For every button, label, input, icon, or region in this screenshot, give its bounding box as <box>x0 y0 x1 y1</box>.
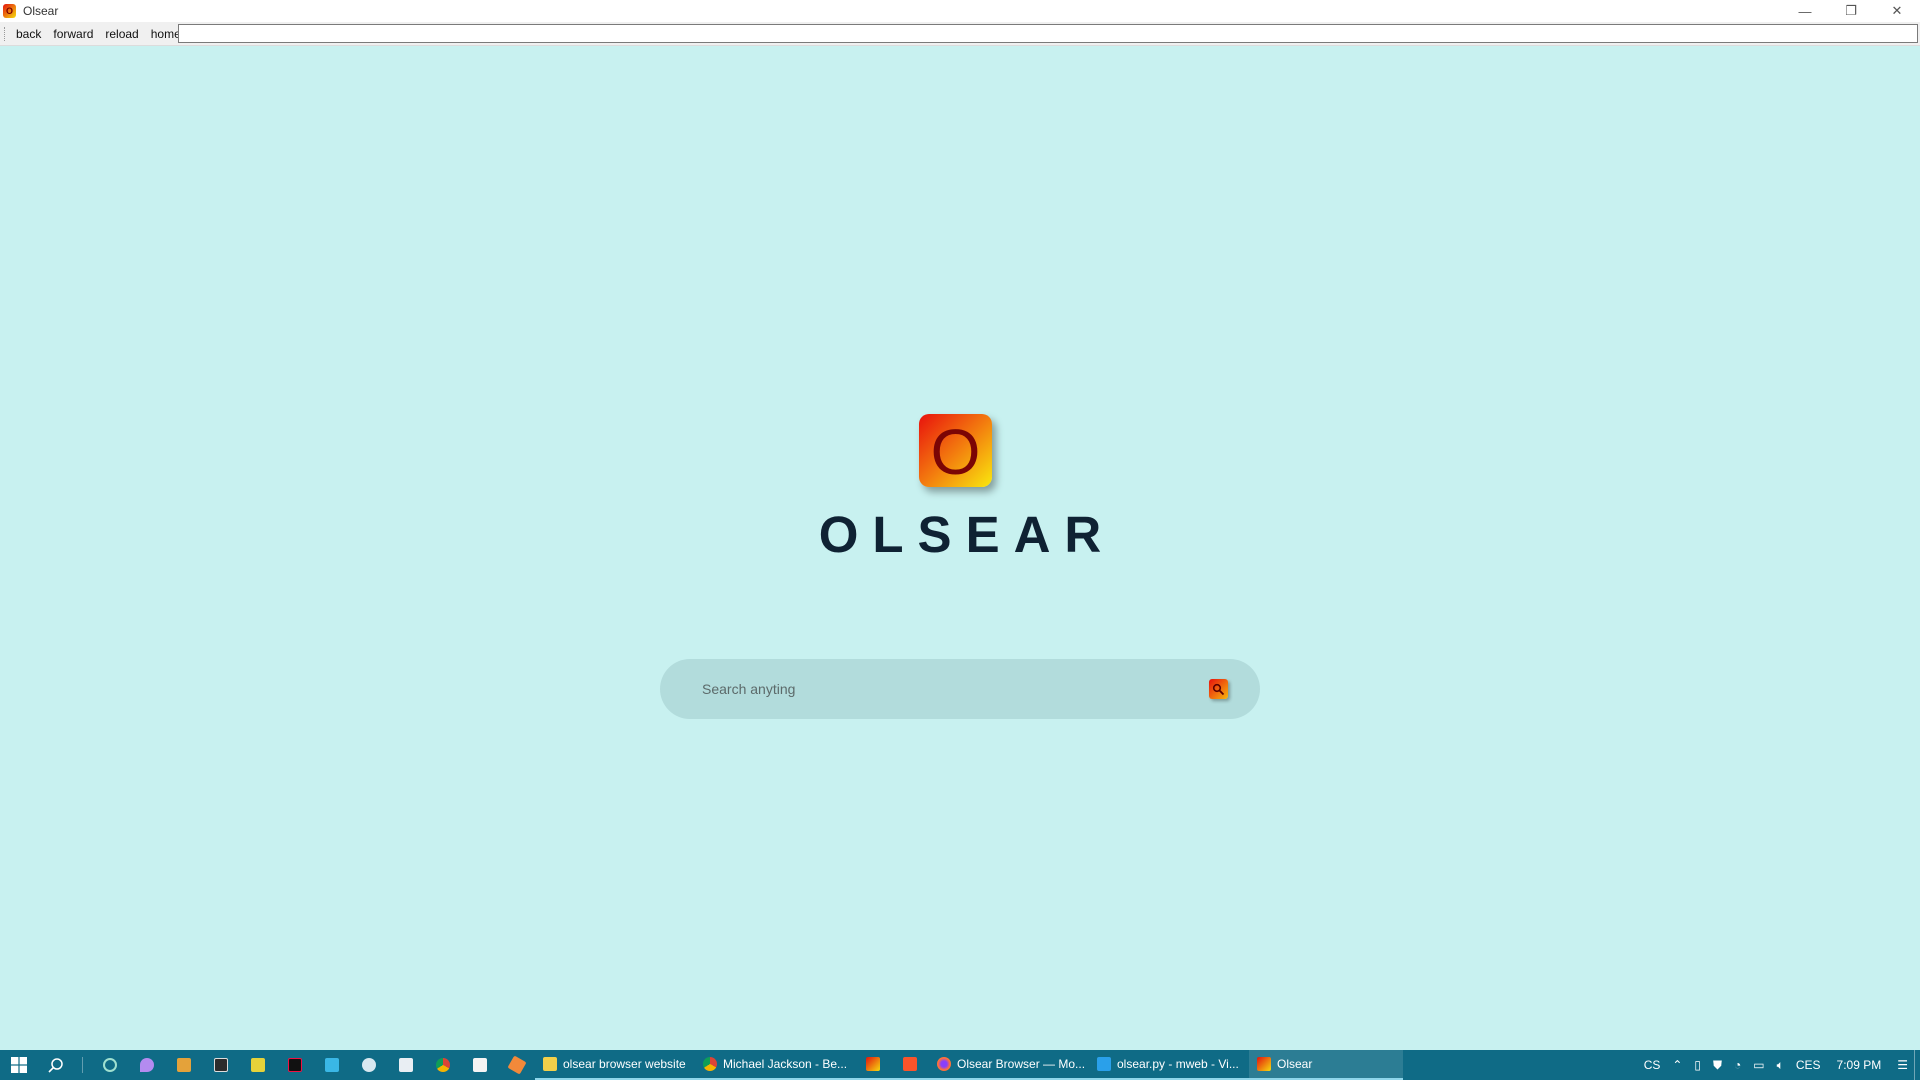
close-button[interactable]: ✕ <box>1874 0 1920 22</box>
task-label: Michael Jackson - Be... <box>723 1057 848 1071</box>
search-input[interactable] <box>700 674 1180 704</box>
pinned-app-11[interactable] <box>461 1050 498 1080</box>
network-icon[interactable]: ▭ <box>1747 1058 1770 1072</box>
task-label: olsear.py - mweb - Vi... <box>1117 1057 1239 1071</box>
task-item-olsear-website[interactable]: olsear browser website <box>535 1050 695 1080</box>
window-controls: — ❐ ✕ <box>1782 0 1920 22</box>
pinned-app-3[interactable] <box>165 1050 202 1080</box>
title-bar: O Olsear — ❐ ✕ <box>0 0 1920 22</box>
app-icon <box>250 1058 265 1072</box>
pinned-app-12[interactable] <box>498 1050 535 1080</box>
app-icon <box>102 1058 117 1072</box>
task-item-michael-jackson[interactable]: Michael Jackson - Be... <box>695 1050 855 1080</box>
olsear-icon <box>866 1057 880 1071</box>
wifi-icon[interactable]: ◔ <box>1728 1058 1747 1072</box>
clock[interactable]: 7:09 PM <box>1827 1058 1892 1072</box>
chrome-pinned[interactable] <box>424 1050 461 1080</box>
volume-icon[interactable]: 🔈︎ <box>1771 1058 1790 1073</box>
task-label: Olsear <box>1277 1057 1313 1071</box>
minimize-button[interactable]: — <box>1782 0 1828 22</box>
olsear-icon <box>1257 1057 1271 1071</box>
pinned-app-6[interactable] <box>276 1050 313 1080</box>
defender-icon[interactable]: ⛊ <box>1707 1058 1728 1073</box>
chrome-icon <box>435 1058 450 1072</box>
brave-icon <box>903 1057 917 1071</box>
language-short[interactable]: CS <box>1638 1058 1667 1072</box>
search-button[interactable] <box>1209 679 1228 699</box>
system-tray: CS ⌃ ▯ ⛊ ◔ ▭ 🔈︎ CES 7:09 PM ☰ <box>1638 1050 1920 1080</box>
task-item-brave[interactable] <box>892 1050 929 1080</box>
task-label: Olsear Browser — Mo... <box>957 1057 1086 1071</box>
pinned-app-8[interactable] <box>350 1050 387 1080</box>
toolbar-grip[interactable] <box>4 26 6 41</box>
search-box <box>660 659 1260 719</box>
task-item-olsear-active[interactable]: Olsear <box>1249 1050 1403 1080</box>
pinned-app-7[interactable] <box>313 1050 350 1080</box>
app-icon <box>176 1058 191 1072</box>
pinned-app-2[interactable] <box>128 1050 165 1080</box>
app-icon-letter: O <box>5 5 13 16</box>
olsear-logo: O <box>919 414 992 487</box>
usb-icon[interactable]: ▯ <box>1688 1058 1707 1072</box>
pinned-app-1[interactable] <box>91 1050 128 1080</box>
task-label: olsear browser website <box>563 1057 686 1071</box>
task-item-firefox[interactable]: Olsear Browser — Mo... <box>929 1050 1089 1080</box>
search-icon <box>1212 683 1225 695</box>
vscode-icon <box>1097 1057 1111 1071</box>
pinned-app-5[interactable] <box>239 1050 276 1080</box>
language-indicator[interactable]: CES <box>1790 1058 1827 1072</box>
chrome-icon <box>703 1057 717 1071</box>
notification-icon[interactable]: ☰ <box>1891 1058 1914 1072</box>
olsear-app-icon: O <box>3 4 16 18</box>
search-taskbar-button[interactable] <box>37 1050 74 1080</box>
pinned-app-4[interactable] <box>202 1050 239 1080</box>
pinned-app-9[interactable] <box>387 1050 424 1080</box>
search-icon <box>47 1058 63 1073</box>
brand-title: OLSEAR <box>818 506 1116 563</box>
show-desktop-button[interactable] <box>1914 1050 1920 1080</box>
window-title: Olsear <box>23 4 59 18</box>
app-icon <box>398 1058 413 1072</box>
app-icon <box>472 1058 487 1072</box>
task-item-vscode[interactable]: olsear.py - mweb - Vi... <box>1089 1050 1249 1080</box>
browser-toolbar: back forward reload home <box>0 22 1920 46</box>
app-icon <box>287 1058 302 1072</box>
taskbar: olsear browser website Michael Jackson -… <box>0 1050 1920 1080</box>
restore-button[interactable]: ❐ <box>1828 0 1874 22</box>
forward-button[interactable]: forward <box>47 27 99 41</box>
firefox-icon <box>937 1057 951 1071</box>
taskbar-separator <box>82 1057 83 1073</box>
windows-icon <box>10 1057 27 1073</box>
app-icon <box>361 1058 376 1072</box>
task-item-olsear-1[interactable] <box>855 1050 892 1080</box>
app-icon <box>506 1055 527 1075</box>
logo-letter: O <box>930 415 981 488</box>
reload-button[interactable]: reload <box>99 27 144 41</box>
start-button[interactable] <box>0 1050 37 1080</box>
folder-icon <box>543 1057 557 1071</box>
chevron-up-icon[interactable]: ⌃ <box>1666 1058 1688 1072</box>
url-bar[interactable] <box>178 24 1918 43</box>
page-content: O OLSEAR <box>0 47 1920 1050</box>
app-icon <box>139 1058 154 1072</box>
back-button[interactable]: back <box>10 27 47 41</box>
app-icon <box>213 1058 228 1072</box>
app-icon <box>324 1058 339 1072</box>
